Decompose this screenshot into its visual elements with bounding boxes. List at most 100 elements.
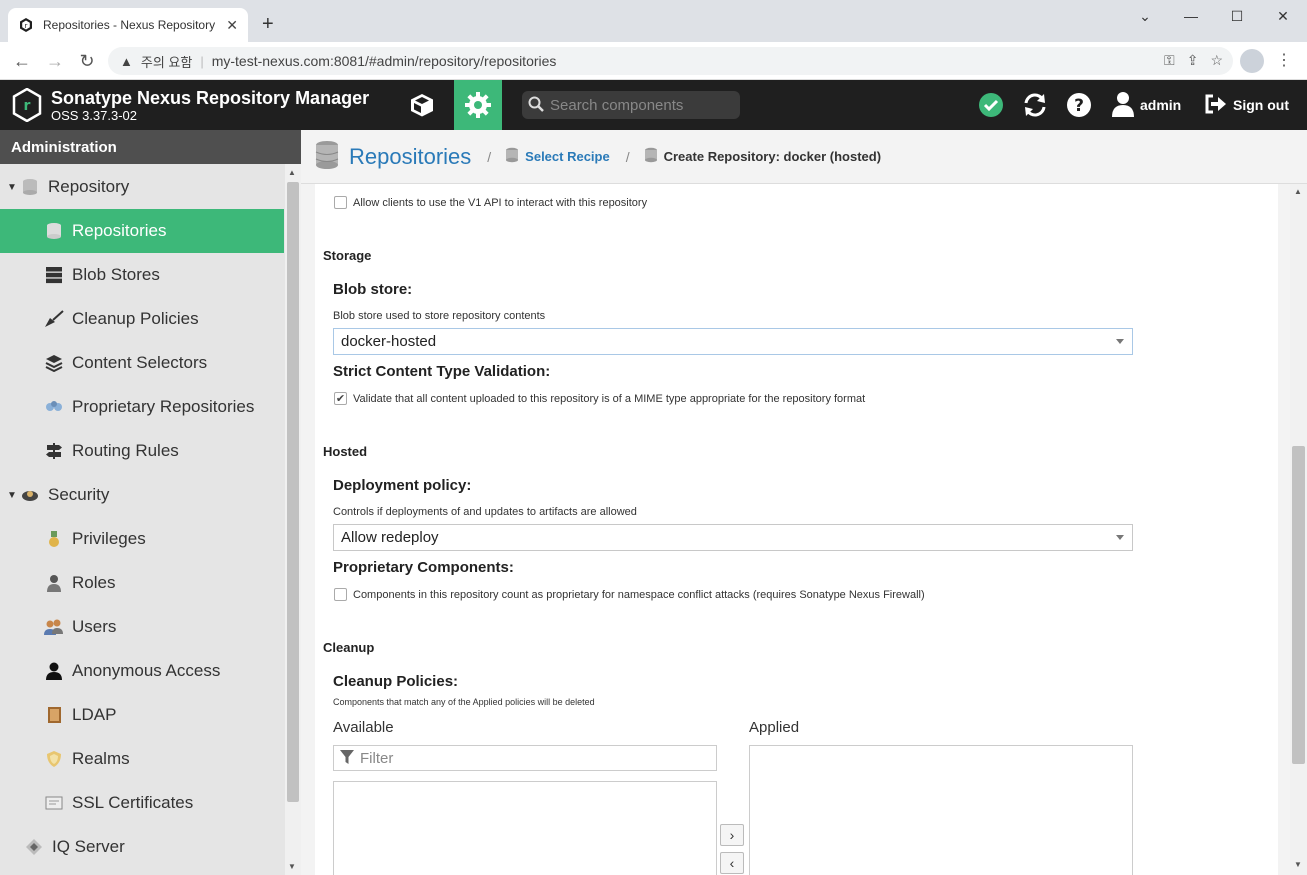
new-tab-button[interactable]: +: [262, 12, 274, 36]
breadcrumb-separator: /: [487, 148, 492, 165]
sidebar-item-label: Users: [72, 617, 117, 636]
menu-kebab-icon[interactable]: ⋮: [1276, 50, 1292, 70]
sidebar-item-roles[interactable]: Roles: [0, 561, 284, 605]
breadcrumb-separator: /: [625, 148, 630, 165]
proprietary-icon: [44, 397, 64, 417]
sign-out-label: Sign out: [1233, 97, 1289, 113]
svg-text:r: r: [24, 98, 31, 114]
breadcrumb-select-recipe[interactable]: Select Recipe: [525, 149, 610, 164]
key-icon[interactable]: ⚿: [1164, 52, 1175, 69]
sidebar-item-blob-stores[interactable]: Blob Stores: [0, 253, 284, 297]
refresh-icon[interactable]: [1022, 80, 1048, 130]
star-icon[interactable]: ☆: [1210, 52, 1223, 69]
sidebar-item-iq-server[interactable]: IQ Server: [0, 825, 284, 869]
browser-tab[interactable]: r Repositories - Nexus Repository Manage…: [8, 8, 248, 42]
v1-api-checkbox-row[interactable]: Allow clients to use the V1 API to inter…: [334, 196, 647, 209]
sidebar-item-proprietary-repositories[interactable]: Proprietary Repositories: [0, 385, 284, 429]
security-icon: [20, 485, 40, 505]
search-components[interactable]: [522, 91, 740, 119]
sidebar-item-realms[interactable]: Realms: [0, 737, 284, 781]
share-icon[interactable]: ⇪: [1187, 52, 1199, 69]
user-menu[interactable]: admin: [1112, 80, 1181, 130]
proprietary-help: Components in this repository count as p…: [353, 588, 925, 601]
sidebar-item-users[interactable]: Users: [0, 605, 284, 649]
certificate-icon: [44, 793, 64, 813]
reload-icon[interactable]: ↻: [75, 49, 99, 73]
sidebar-item-label: Content Selectors: [72, 353, 208, 372]
strict-validation-checkbox-row[interactable]: ✔ Validate that all content uploaded to …: [334, 392, 865, 405]
sidebar-scroll-thumb[interactable]: [287, 182, 299, 802]
sidebar-item-ldap[interactable]: LDAP: [0, 693, 284, 737]
scroll-down-icon[interactable]: ▼: [1294, 860, 1302, 869]
admin-sidebar: Administration ▼ Repository Repositories…: [0, 130, 301, 875]
scroll-up-icon[interactable]: ▲: [288, 168, 296, 177]
proprietary-checkbox-row[interactable]: Components in this repository count as p…: [334, 588, 925, 601]
user-icon: [1112, 91, 1134, 120]
sidebar-item-ssl-certificates[interactable]: SSL Certificates: [0, 781, 284, 825]
blob-store-select[interactable]: docker-hosted: [333, 328, 1133, 355]
filter-input[interactable]: [360, 749, 700, 767]
minimize-icon[interactable]: —: [1168, 0, 1214, 32]
hosted-section-title: Hosted: [323, 444, 368, 459]
database-icon: [505, 147, 519, 166]
main-scroll-thumb[interactable]: [1292, 446, 1305, 764]
medal-icon: [44, 529, 64, 549]
admin-gear-icon[interactable]: [454, 80, 502, 130]
scroll-down-icon[interactable]: ▼: [288, 862, 296, 871]
chevron-down-icon[interactable]: [1116, 339, 1124, 344]
chevron-down-icon[interactable]: ⌄: [1122, 0, 1168, 32]
sidebar-scrollbar[interactable]: ▲ ▼: [285, 164, 301, 875]
sign-out-button[interactable]: Sign out: [1205, 80, 1289, 130]
cleanup-filter[interactable]: [333, 745, 717, 771]
move-right-button[interactable]: ›: [720, 824, 744, 846]
forward-arrow-icon[interactable]: →: [43, 49, 67, 73]
chevron-left-icon: ‹: [729, 855, 735, 871]
help-icon[interactable]: ?: [1066, 80, 1092, 130]
strict-validation-checkbox[interactable]: ✔: [334, 392, 347, 405]
sidebar-item-label: Blob Stores: [72, 265, 160, 284]
profile-avatar-icon[interactable]: [1240, 49, 1264, 73]
chevron-down-icon[interactable]: [1116, 535, 1124, 540]
url-text[interactable]: my-test-nexus.com:8081/#admin/repository…: [212, 53, 557, 69]
sidebar-item-cleanup-policies[interactable]: Cleanup Policies: [0, 297, 284, 341]
browse-cube-icon[interactable]: [398, 80, 446, 130]
create-repository-form: Allow clients to use the V1 API to inter…: [315, 184, 1278, 875]
address-divider: |: [200, 53, 204, 69]
deployment-policy-select[interactable]: Allow redeploy: [333, 524, 1133, 551]
sidebar-item-label: Routing Rules: [72, 441, 179, 460]
sidebar-item-routing-rules[interactable]: Routing Rules: [0, 429, 284, 473]
sidebar-item-repositories[interactable]: Repositories: [0, 209, 284, 253]
proprietary-checkbox[interactable]: [334, 588, 347, 601]
nexus-favicon-icon: r: [18, 17, 34, 33]
sidebar-group-repository[interactable]: ▼ Repository: [0, 165, 284, 209]
expand-triangle-icon[interactable]: ▼: [4, 490, 20, 501]
status-ok-icon[interactable]: [978, 80, 1004, 130]
breadcrumb-root[interactable]: Repositories: [349, 144, 471, 170]
cleanup-policies-label: Cleanup Policies:: [333, 673, 459, 690]
security-warning[interactable]: 주의 요함: [141, 52, 192, 71]
scroll-up-icon[interactable]: ▲: [1294, 187, 1302, 196]
applied-policies-list[interactable]: [749, 745, 1133, 875]
strict-validation-label: Strict Content Type Validation:: [333, 363, 551, 380]
back-arrow-icon[interactable]: ←: [10, 49, 34, 73]
sidebar-group-security[interactable]: ▼ Security: [0, 473, 284, 517]
sidebar-item-anonymous-access[interactable]: Anonymous Access: [0, 649, 284, 693]
sidebar-item-privileges[interactable]: Privileges: [0, 517, 284, 561]
search-icon: [528, 96, 544, 115]
maximize-icon[interactable]: ☐: [1214, 0, 1260, 32]
available-label: Available: [333, 719, 394, 736]
sidebar-item-label: Repository: [48, 177, 130, 196]
move-left-button[interactable]: ‹: [720, 852, 744, 874]
sidebar-item-content-selectors[interactable]: Content Selectors: [0, 341, 284, 385]
app-title: Sonatype Nexus Repository Manager: [51, 88, 370, 108]
address-bar[interactable]: ▲ 주의 요함 | my-test-nexus.com:8081/#admin/…: [108, 47, 1233, 75]
v1-api-checkbox[interactable]: [334, 196, 347, 209]
window-close-icon[interactable]: ✕: [1260, 0, 1306, 32]
expand-triangle-icon[interactable]: ▼: [4, 182, 20, 193]
search-input[interactable]: [550, 96, 730, 114]
shield-icon: [44, 749, 64, 769]
available-policies-list[interactable]: [333, 781, 717, 875]
tab-close-icon[interactable]: ✕: [226, 17, 238, 34]
nexus-logo-icon[interactable]: r: [12, 87, 42, 123]
main-scrollbar[interactable]: ▲ ▼: [1290, 184, 1307, 875]
